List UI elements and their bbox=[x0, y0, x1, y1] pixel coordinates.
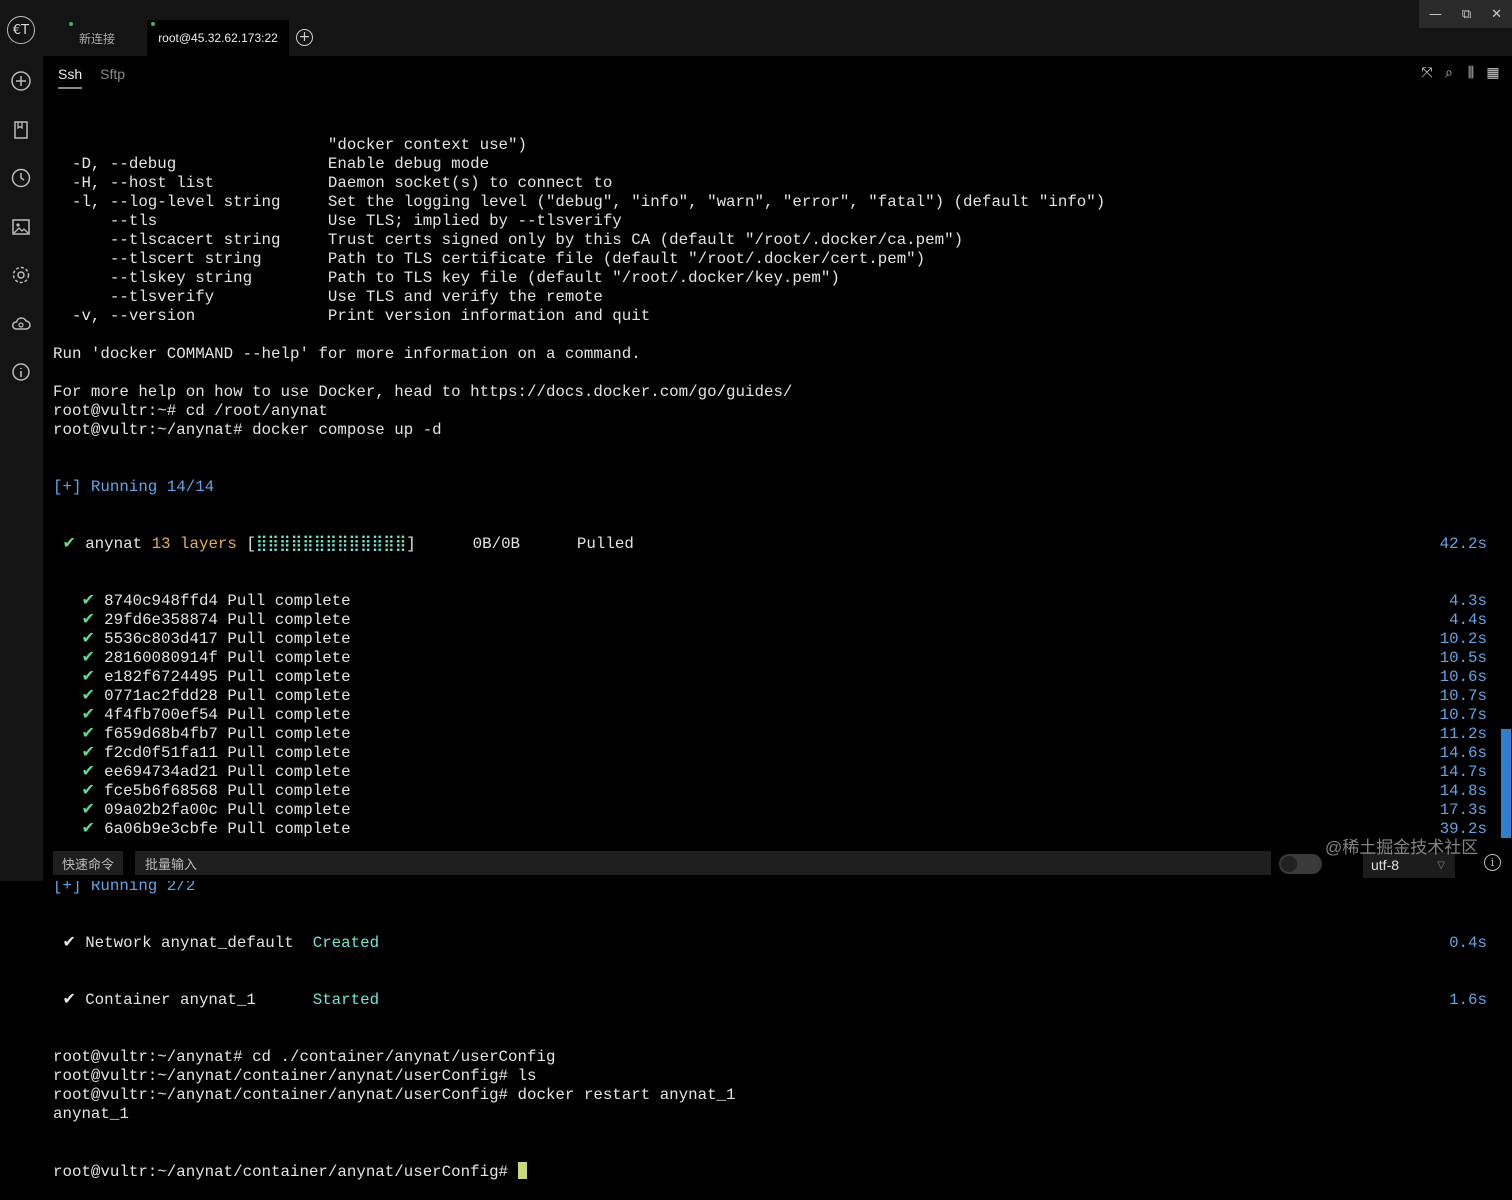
terminal-line: --tlscacert string Trust certs signed on… bbox=[53, 231, 964, 249]
pull-list: ✔ 8740c948ffd4 Pull complete 4.3s ✔ 29fd6… bbox=[53, 592, 1493, 839]
terminal-line: root@vultr:~/anynat# docker compose up -… bbox=[53, 421, 442, 439]
add-tab-icon[interactable]: + bbox=[296, 29, 313, 46]
image-pull-row: ✔ anynat 13 layers [⣿⣿⣿⣿⣿⣿⣿⣿⣿⣿⣿⣿⣿] 0B/0B… bbox=[53, 535, 1487, 553]
tail-output: root@vultr:~/anynat# cd ./container/anyn… bbox=[53, 1048, 1493, 1124]
terminal-line: "docker context use") bbox=[53, 136, 527, 154]
terminal-line: --tlscert string Path to TLS certificate… bbox=[53, 250, 926, 268]
new-connection-icon[interactable] bbox=[10, 70, 32, 92]
batch-input-field[interactable]: 批量输入 bbox=[135, 851, 1271, 875]
terminal-toolbar: ⤧ ⌕ ⫼ ▦ bbox=[1418, 65, 1502, 81]
layer-pull-row: ✔ 5536c803d417 Pull complete 10.2s bbox=[53, 630, 1487, 648]
terminal-line: For more help on how to use Docker, head… bbox=[53, 383, 793, 401]
search-icon[interactable]: ⌕ bbox=[1440, 65, 1458, 81]
tab-bar: 新连接 root@45.32.62.173:22 + — ⧉ ✕ bbox=[43, 0, 1512, 56]
image-icon[interactable] bbox=[10, 216, 32, 238]
network-row: ✔ Network anynat_default Created 0.4s bbox=[53, 934, 1487, 952]
layer-pull-row: ✔ e182f6724495 Pull complete 10.6s bbox=[53, 668, 1487, 686]
progress-bar: ⣿⣿⣿⣿⣿⣿⣿⣿⣿⣿⣿⣿⣿ bbox=[255, 535, 407, 553]
elapsed-time: 17.3s bbox=[1439, 801, 1487, 819]
elapsed-time: 14.7s bbox=[1439, 763, 1487, 781]
terminal-line: root@vultr:~/anynat# cd ./container/anyn… bbox=[53, 1048, 556, 1066]
watermark: @稀土掘金技术社区 bbox=[1325, 838, 1479, 857]
elapsed-time: 4.4s bbox=[1449, 611, 1487, 629]
status-dot bbox=[69, 22, 73, 26]
prompt-line[interactable]: root@vultr:~/anynat/container/anynat/use… bbox=[53, 1162, 1493, 1181]
elapsed-time: 10.7s bbox=[1439, 706, 1487, 724]
app-logo: €T bbox=[7, 16, 35, 44]
layer-pull-row: ✔ 28160080914f Pull complete 10.5s bbox=[53, 649, 1487, 667]
elapsed-time: 14.8s bbox=[1439, 782, 1487, 800]
terminal-line: --tlsverify Use TLS and verify the remot… bbox=[53, 288, 603, 306]
terminal-line: --tlskey string Path to TLS key file (de… bbox=[53, 269, 840, 287]
layer-pull-row: ✔ f659d68b4fb7 Pull complete 11.2s bbox=[53, 725, 1487, 743]
terminal-line: anynat_1 bbox=[53, 1105, 129, 1123]
elapsed-time: 10.2s bbox=[1439, 630, 1487, 648]
layer-pull-row: ✔ 4f4fb700ef54 Pull complete 10.7s bbox=[53, 706, 1487, 724]
close-icon[interactable]: ✕ bbox=[1491, 7, 1502, 22]
elapsed-time: 4.3s bbox=[1449, 592, 1487, 610]
elapsed-time: 10.5s bbox=[1439, 649, 1487, 667]
maximize-icon[interactable]: ⧉ bbox=[1462, 7, 1471, 22]
minimize-icon[interactable]: — bbox=[1429, 7, 1442, 22]
layer-pull-row: ✔ 8740c948ffd4 Pull complete 4.3s bbox=[53, 592, 1487, 610]
layer-pull-row: ✔ 0771ac2fdd28 Pull complete 10.7s bbox=[53, 687, 1487, 705]
terminal-line: Run 'docker COMMAND --help' for more inf… bbox=[53, 345, 641, 363]
history-clock-icon[interactable] bbox=[10, 167, 32, 189]
info-icon[interactable]: i bbox=[1484, 854, 1501, 871]
terminal-line: root@vultr:~/anynat/container/anynat/use… bbox=[53, 1067, 537, 1085]
layer-pull-row: ✔ fce5b6f68568 Pull complete 14.8s bbox=[53, 782, 1487, 800]
batch-toggle[interactable] bbox=[1279, 854, 1322, 874]
layer-pull-row: ✔ ee694734ad21 Pull complete 14.7s bbox=[53, 763, 1487, 781]
elapsed-time: 10.7s bbox=[1439, 687, 1487, 705]
split-vertical-icon[interactable]: ⫼ bbox=[1462, 65, 1480, 81]
window-controls: — ⧉ ✕ bbox=[1419, 0, 1512, 28]
terminal-line: -D, --debug Enable debug mode bbox=[53, 155, 490, 173]
fullscreen-icon[interactable]: ⤧ bbox=[1418, 65, 1436, 81]
layer-pull-row: ✔ f2cd0f51fa11 Pull complete 14.6s bbox=[53, 744, 1487, 762]
tab-ssh[interactable]: Ssh bbox=[58, 66, 83, 89]
session-subtabs: Ssh Sftp bbox=[58, 66, 125, 89]
chevron-down-icon: ▽ bbox=[1437, 859, 1445, 871]
terminal-line: root@vultr:~# cd /root/anynat bbox=[53, 402, 328, 420]
about-info-icon[interactable] bbox=[10, 361, 32, 383]
terminal-line: -v, --version Print version information … bbox=[53, 307, 651, 325]
container-row: ✔ Container anynat_1 Started 1.6s bbox=[53, 991, 1487, 1009]
elapsed-time: 42.2s bbox=[1439, 535, 1487, 553]
bottom-bar: 快速命令 批量输入 utf-8 ▽ i bbox=[43, 845, 1512, 881]
elapsed-time: 14.6s bbox=[1439, 744, 1487, 762]
terminal-line: -H, --host list Daemon socket(s) to conn… bbox=[53, 174, 613, 192]
tab-ssh-session[interactable]: root@45.32.62.173:22 bbox=[147, 20, 289, 56]
terminal-scrollbar[interactable] bbox=[1501, 729, 1511, 838]
terminal-line: --tls Use TLS; implied by --tlsverify bbox=[53, 212, 622, 230]
quick-command-button[interactable]: 快速命令 bbox=[53, 851, 123, 875]
terminal-line: -l, --log-level string Set the logging l… bbox=[53, 193, 1106, 211]
terminal-output[interactable]: "docker context use") -D, --debug Enable… bbox=[53, 98, 1493, 1200]
layer-pull-row: ✔ 09a02b2fa00c Pull complete 17.3s bbox=[53, 801, 1487, 819]
cloud-sync-icon[interactable] bbox=[10, 313, 32, 335]
terminal-cursor bbox=[517, 1162, 527, 1179]
tab-sftp[interactable]: Sftp bbox=[100, 66, 125, 89]
tab-label: root@45.32.62.173:22 bbox=[158, 31, 278, 45]
terminal-line: root@vultr:~/anynat/container/anynat/use… bbox=[53, 1086, 736, 1104]
help-output: "docker context use") -D, --debug Enable… bbox=[53, 136, 1493, 440]
elapsed-time: 10.6s bbox=[1439, 668, 1487, 686]
bookmark-icon[interactable] bbox=[10, 119, 32, 141]
layer-pull-row: ✔ 29fd6e358874 Pull complete 4.4s bbox=[53, 611, 1487, 629]
tab-new-connection[interactable]: 新连接 bbox=[65, 20, 129, 56]
elapsed-time: 11.2s bbox=[1439, 725, 1487, 743]
split-grid-icon[interactable]: ▦ bbox=[1484, 65, 1502, 81]
compose-running-line: [+] Running 14/14 bbox=[53, 478, 215, 496]
tab-label: 新连接 bbox=[78, 31, 115, 46]
settings-gear-icon[interactable] bbox=[10, 264, 32, 286]
status-dot bbox=[151, 22, 155, 26]
layer-pull-row: ✔ 6a06b9e3cbfe Pull complete 39.2s bbox=[53, 820, 1487, 838]
sidebar: €T bbox=[0, 0, 43, 881]
